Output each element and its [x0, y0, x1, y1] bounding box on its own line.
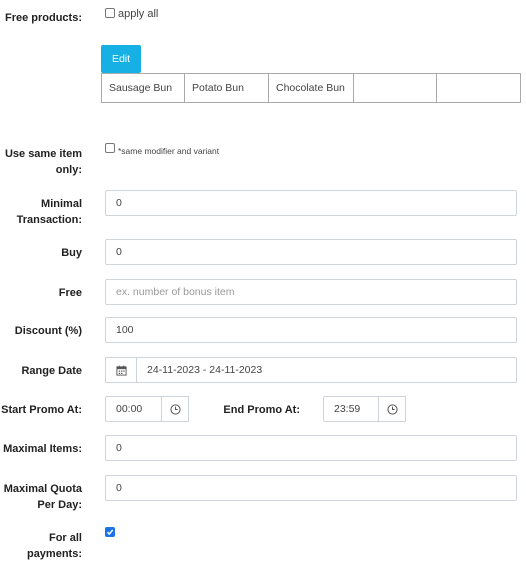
- free-label: Free: [58, 287, 82, 299]
- maximal-quota-input[interactable]: 0: [105, 475, 517, 501]
- edit-button[interactable]: Edit: [101, 45, 141, 73]
- clock-icon[interactable]: [378, 396, 406, 422]
- product-cell: [354, 74, 437, 102]
- maximal-quota-label-line1: Maximal Quota: [3, 483, 82, 495]
- buy-label: Buy: [61, 247, 82, 259]
- discount-input[interactable]: 100: [105, 317, 517, 343]
- minimal-transaction-label-line1: Minimal: [41, 198, 82, 210]
- use-same-item-label-line2: only:: [55, 164, 82, 176]
- buy-input[interactable]: 0: [105, 239, 517, 265]
- for-all-payments-label-line1: For all: [48, 532, 82, 544]
- free-products-table: Sausage Bun Potato Bun Chocolate Bun: [101, 73, 521, 103]
- use-same-item-label: Use same item only:: [0, 146, 82, 178]
- product-cell: Chocolate Bun: [269, 74, 354, 102]
- start-promo-label: Start Promo At:: [1, 404, 82, 416]
- product-cell: Sausage Bun: [102, 74, 185, 102]
- for-all-payments-checkbox[interactable]: [105, 527, 115, 537]
- end-promo-label: End Promo At:: [223, 404, 300, 416]
- discount-label: Discount (%): [14, 325, 82, 337]
- free-products-label: Free products:: [4, 12, 82, 24]
- for-all-payments-label: For all payments:: [0, 530, 82, 562]
- use-same-item-checkbox[interactable]: [105, 143, 115, 153]
- maximal-items-label: Maximal Items:: [3, 443, 82, 455]
- apply-all-checkbox[interactable]: [105, 8, 115, 18]
- clock-icon[interactable]: [161, 396, 189, 422]
- product-cell: Potato Bun: [185, 74, 269, 102]
- minimal-transaction-input[interactable]: 0: [105, 190, 517, 216]
- use-same-item-label-line1: Use same item: [4, 148, 82, 160]
- range-date-input[interactable]: 24-11-2023 - 24-11-2023: [136, 357, 517, 383]
- free-input[interactable]: ex. number of bonus item: [105, 279, 517, 305]
- checkmark-icon: [106, 529, 114, 536]
- apply-all-label: apply all: [118, 8, 159, 20]
- start-promo-input[interactable]: 00:00: [105, 396, 162, 422]
- minimal-transaction-label-line2: Transaction:: [16, 214, 82, 226]
- for-all-payments-label-line2: payments:: [26, 548, 82, 560]
- maximal-quota-label: Maximal Quota Per Day:: [0, 481, 82, 513]
- maximal-quota-label-line2: Per Day:: [37, 499, 82, 511]
- end-promo-input[interactable]: 23:59: [323, 396, 379, 422]
- minimal-transaction-label: Minimal Transaction:: [0, 196, 82, 228]
- range-date-label: Range Date: [21, 365, 82, 377]
- maximal-items-input[interactable]: 0: [105, 435, 517, 461]
- product-cell: [437, 74, 520, 102]
- same-modifier-note: *same modifier and variant: [118, 146, 220, 156]
- calendar-icon[interactable]: [105, 357, 137, 383]
